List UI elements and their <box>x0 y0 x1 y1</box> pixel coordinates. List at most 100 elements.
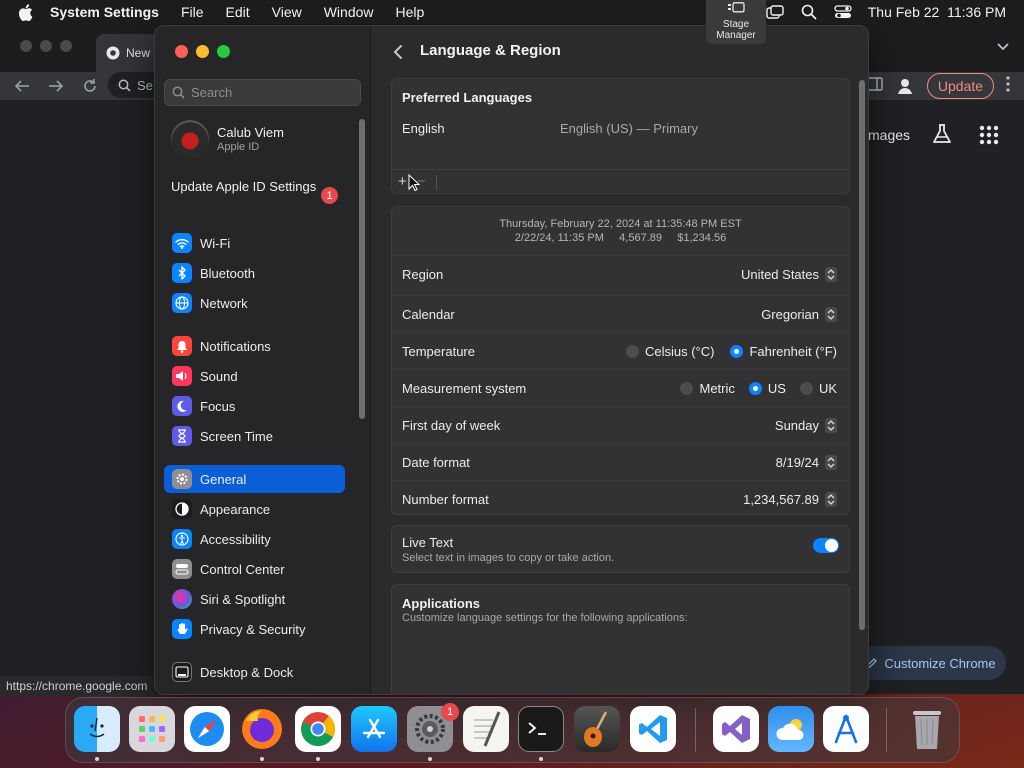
gear-icon <box>172 469 192 489</box>
apple-id-profile[interactable]: Calub Viem Apple ID <box>171 120 284 158</box>
profile-name: Calub Viem <box>217 125 284 140</box>
chrome-update-button[interactable]: Update <box>926 73 994 99</box>
omnibox-text: Se <box>137 77 153 93</box>
menu-clock[interactable]: Thu Feb 22 11:36 PM <box>868 4 1006 20</box>
minimize-button[interactable] <box>196 45 209 58</box>
ntp-images-link[interactable]: mages <box>868 127 910 143</box>
dock-textedit[interactable] <box>463 706 509 752</box>
chrome-close-dot[interactable] <box>20 40 32 52</box>
dock-firefox[interactable] <box>239 706 285 752</box>
chrome-zoom-dot[interactable] <box>60 40 72 52</box>
uk-radio[interactable]: UK <box>799 381 837 396</box>
sidebar-scrollbar[interactable] <box>359 119 365 419</box>
calendar-row: Calendar Gregorian <box>392 295 849 332</box>
chrome-menu-icon[interactable] <box>1006 75 1010 97</box>
dock-xcode-instruments[interactable] <box>823 706 869 752</box>
metric-radio[interactable]: Metric <box>680 381 735 396</box>
dock-garageband[interactable] <box>574 706 620 752</box>
dock-chrome[interactable] <box>295 706 341 752</box>
sidebar-item-desktop-dock[interactable]: Desktop & Dock <box>164 658 345 686</box>
spotlight-search-icon[interactable] <box>800 4 818 20</box>
region-select[interactable]: United States <box>741 267 837 282</box>
dock-trash[interactable] <box>904 706 950 752</box>
menu-help[interactable]: Help <box>396 4 425 20</box>
update-badge: 1 <box>321 187 338 204</box>
forward-arrow-icon[interactable] <box>46 76 66 96</box>
calendar-select[interactable]: Gregorian <box>761 307 837 322</box>
tab-search-chevron-icon[interactable] <box>996 42 1010 52</box>
sidebar-item-sound[interactable]: Sound <box>164 362 345 390</box>
chrome-min-dot[interactable] <box>40 40 52 52</box>
radio-indicator-selected <box>730 345 744 358</box>
menu-bar: System Settings File Edit View Window He… <box>0 0 1024 24</box>
window-switcher-icon[interactable] <box>766 4 784 20</box>
sidebar: Calub Viem Apple ID Update Apple ID Sett… <box>155 26 371 694</box>
celsius-radio[interactable]: Celsius (°C) <box>625 344 714 359</box>
first-day-select[interactable]: Sunday <box>775 418 837 433</box>
back-arrow-icon[interactable] <box>12 76 32 96</box>
dock-safari[interactable] <box>184 706 230 752</box>
sidebar-item-appearance[interactable]: Appearance <box>164 495 345 523</box>
updown-chevron-icon <box>825 307 837 322</box>
calendar-value: Gregorian <box>761 307 819 322</box>
sidebar-item-screen-time[interactable]: Screen Time <box>164 422 345 450</box>
stage-manager-button[interactable]: Stage Manager <box>706 0 766 44</box>
profile-avatar-icon[interactable] <box>895 76 915 96</box>
live-text-toggle[interactable] <box>813 538 839 553</box>
menu-file[interactable]: File <box>181 4 204 20</box>
sidebar-item-siri-spotlight[interactable]: Siri & Spotlight <box>164 585 345 613</box>
labs-flask-icon[interactable] <box>930 122 954 146</box>
us-radio[interactable]: US <box>748 381 786 396</box>
sidebar-item-network[interactable]: Network <box>164 289 345 317</box>
sidebar-item-wifi[interactable]: Wi-Fi <box>164 229 345 257</box>
language-add-remove-bar: + − <box>392 169 849 193</box>
menu-app-name[interactable]: System Settings <box>50 4 159 20</box>
back-chevron-icon[interactable] <box>391 42 405 62</box>
temperature-label: Temperature <box>402 344 475 359</box>
zoom-button[interactable] <box>217 45 230 58</box>
date-format-row: Date format 8/19/24 <box>392 443 849 480</box>
add-application-button[interactable]: + <box>398 693 407 695</box>
close-button[interactable] <box>175 45 188 58</box>
date-format-label: Date format <box>402 455 470 470</box>
main-scrollbar[interactable] <box>859 80 865 630</box>
sidebar-search[interactable] <box>164 79 361 106</box>
customize-chrome-button[interactable]: Customize Chrome <box>856 646 1006 680</box>
side-panel-icon[interactable] <box>867 76 883 96</box>
dock-launchpad[interactable] <box>129 706 175 752</box>
fahrenheit-radio[interactable]: Fahrenheit (°F) <box>730 344 837 359</box>
control-center-menu-icon[interactable] <box>834 4 852 20</box>
dock-running-dot <box>316 757 320 761</box>
region-value: United States <box>740 267 819 282</box>
language-name[interactable]: English <box>402 121 445 136</box>
dock-running-dot <box>428 757 432 761</box>
chrome-tab[interactable]: New <box>96 34 158 72</box>
apple-menu-icon[interactable] <box>18 3 36 21</box>
sidebar-item-bluetooth[interactable]: Bluetooth <box>164 259 345 287</box>
sidebar-item-focus[interactable]: Focus <box>164 392 345 420</box>
search-input[interactable] <box>191 85 351 100</box>
google-apps-grid-icon[interactable] <box>978 124 1000 146</box>
dock-finder[interactable] <box>74 706 120 752</box>
sidebar-item-accessibility[interactable]: Accessibility <box>164 525 345 553</box>
sidebar-item-privacy-security[interactable]: Privacy & Security <box>164 615 345 643</box>
first-day-value: Sunday <box>774 418 819 433</box>
dock-app-store[interactable] <box>351 706 397 752</box>
remove-application-button[interactable]: − <box>417 693 426 695</box>
menu-edit[interactable]: Edit <box>226 4 250 20</box>
language-detail: English (US) — Primary <box>560 121 698 136</box>
date-format-select[interactable]: 8/19/24 <box>776 455 837 470</box>
firefox-icon <box>242 709 282 749</box>
number-format-select[interactable]: 1,234,567.89 <box>743 492 837 507</box>
reload-icon[interactable] <box>80 76 100 96</box>
dock-terminal[interactable] <box>518 706 564 752</box>
sidebar-item-control-center[interactable]: Control Center <box>164 555 345 583</box>
dock-weather[interactable] <box>768 706 814 752</box>
sidebar-item-notifications[interactable]: Notifications <box>164 332 345 360</box>
add-language-button[interactable]: + <box>398 173 407 190</box>
dock-visual-studio[interactable] <box>713 706 759 752</box>
dock-vscode[interactable] <box>630 706 676 752</box>
menu-window[interactable]: Window <box>324 4 374 20</box>
menu-view[interactable]: View <box>272 4 302 20</box>
sidebar-item-general[interactable]: General <box>164 465 345 493</box>
